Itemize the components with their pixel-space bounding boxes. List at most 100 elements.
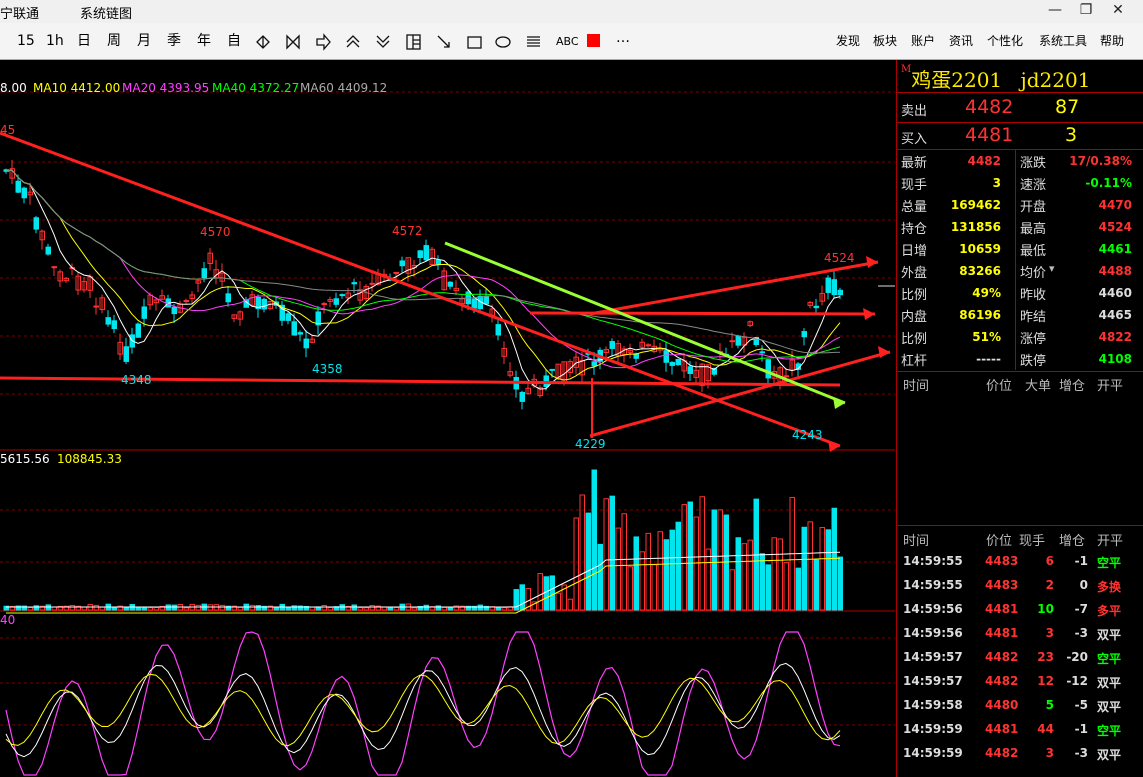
tick-time: 14:59:58 xyxy=(903,698,963,712)
tick-price: 4483 xyxy=(985,554,1019,568)
double-chevron-down-icon[interactable] xyxy=(376,35,390,48)
volume-bar xyxy=(759,553,765,611)
volume-bar xyxy=(669,529,675,611)
field-label: 均价 xyxy=(1020,266,1047,281)
double-chevron-up-icon[interactable] xyxy=(346,35,360,48)
ask-price[interactable]: 4482 xyxy=(965,96,1013,118)
volume-bar xyxy=(387,607,393,611)
volume-bar xyxy=(93,604,99,611)
period-15-button[interactable]: 15 xyxy=(17,32,35,50)
tick-time: 14:59:59 xyxy=(903,746,963,760)
volume-bar xyxy=(321,605,327,611)
tick-type: 多平 xyxy=(1097,604,1122,618)
kline-chart-area[interactable]: 8.00 MA10 4412.00 MA20 4393.95 MA40 4372… xyxy=(0,60,895,777)
volume-bar xyxy=(591,469,597,611)
candle-body xyxy=(291,321,297,336)
ma60-line xyxy=(5,169,841,354)
tick-price: 4481 xyxy=(985,626,1019,640)
menu-sector[interactable]: 板块 xyxy=(873,32,897,50)
field-label: 涨停 xyxy=(1020,332,1047,347)
tick-type: 双平 xyxy=(1097,676,1122,690)
diamond-tool-icon[interactable] xyxy=(256,35,270,49)
period-day-button[interactable]: 日 xyxy=(77,32,91,50)
period-quarter-button[interactable]: 季 xyxy=(167,32,181,50)
candle-body xyxy=(675,358,681,366)
volume-bar xyxy=(357,607,363,611)
system-menu-title[interactable]: 系统链图 xyxy=(80,3,132,22)
bid-label: 买入 xyxy=(901,132,928,147)
volume-bar xyxy=(645,532,651,611)
arrow-right-icon[interactable] xyxy=(316,33,331,51)
candle-body xyxy=(435,259,441,266)
bid-price[interactable]: 4481 xyxy=(965,124,1013,146)
rectangle-tool-icon[interactable] xyxy=(467,36,482,49)
volume-bar xyxy=(717,509,723,611)
ellipse-tool-icon[interactable] xyxy=(495,36,511,48)
tick-time: 14:59:59 xyxy=(903,722,963,736)
candle-body xyxy=(261,298,267,310)
tick-type: 多换 xyxy=(1097,580,1122,594)
menu-system-tools[interactable]: 系统工具 xyxy=(1039,32,1087,50)
arrow-head xyxy=(863,308,875,320)
ticks-header-add: 增仓 xyxy=(1059,534,1086,549)
candle-body xyxy=(669,362,675,366)
tick-type: 空平 xyxy=(1097,652,1122,666)
tick-row: 14:59:59 4481 44 -1 空平 xyxy=(897,718,1143,742)
more-tools-button[interactable]: … xyxy=(616,29,630,47)
ticks-header-hand: 现手 xyxy=(1019,534,1046,549)
minimize-button[interactable]: — xyxy=(1045,2,1065,18)
volume-bar xyxy=(741,543,747,611)
tick-price: 4482 xyxy=(985,650,1019,664)
volume-legend-2: 108845.33 xyxy=(57,452,122,466)
candle-body xyxy=(549,368,555,371)
volume-bar xyxy=(573,517,579,611)
text-lines-icon[interactable] xyxy=(527,36,540,47)
candle-body xyxy=(645,344,651,347)
volume-bar xyxy=(147,607,153,611)
price-label-4243: 4243 xyxy=(792,428,823,442)
volume-bar xyxy=(801,526,807,611)
period-year-button[interactable]: 年 xyxy=(197,32,211,50)
big-order-header-big: 大单 xyxy=(1025,379,1052,394)
maximize-button[interactable]: ❐ xyxy=(1076,2,1096,18)
volume-bar xyxy=(537,573,543,611)
abc-text-tool-button[interactable]: ABC xyxy=(556,33,579,51)
color-picker-icon[interactable] xyxy=(587,34,600,47)
ma5-legend: 8.00 xyxy=(0,81,27,95)
volume-bar xyxy=(825,529,831,611)
volume-bar xyxy=(255,605,261,611)
tick-row: 14:59:57 4482 12 -12 双平 xyxy=(897,670,1143,694)
price-label-4358: 4358 xyxy=(312,362,343,376)
volume-bar xyxy=(309,606,315,611)
menu-account[interactable]: 账户 xyxy=(911,32,935,50)
tick-add: 0 xyxy=(1079,578,1088,592)
candle-body xyxy=(105,317,111,325)
divider xyxy=(897,149,1143,150)
close-button[interactable]: ✕ xyxy=(1108,2,1128,18)
window-title: 宁联通 xyxy=(0,7,40,22)
menu-personalize[interactable]: 个性化 xyxy=(987,32,1023,50)
volume-bar xyxy=(675,521,681,611)
line-tool-icon[interactable] xyxy=(437,35,450,48)
period-month-button[interactable]: 月 xyxy=(137,32,151,50)
menu-discover[interactable]: 发现 xyxy=(836,32,860,50)
tick-hand: 5 xyxy=(1045,698,1054,712)
tick-add: -12 xyxy=(1066,674,1088,688)
menu-help[interactable]: 帮助 xyxy=(1100,32,1124,50)
period-week-button[interactable]: 周 xyxy=(107,32,121,50)
period-custom-button[interactable]: 自 xyxy=(227,32,241,50)
volume-bar xyxy=(579,494,585,611)
grid-layout-icon[interactable] xyxy=(406,34,421,50)
candle-body xyxy=(15,180,21,193)
bowtie-tool-icon[interactable] xyxy=(286,34,300,50)
candle-body xyxy=(351,282,357,285)
period-1h-button[interactable]: 1h xyxy=(46,32,64,50)
avg-price-dropdown-icon[interactable]: ▾ xyxy=(1049,262,1055,275)
menu-news[interactable]: 资讯 xyxy=(949,32,973,50)
quote-panel: M鸡蛋2201 jd2201 卖出 4482 87 买入 4481 3 最新 44… xyxy=(896,60,1143,777)
candle-body xyxy=(111,320,117,330)
volume-bar xyxy=(543,576,549,611)
candle-body xyxy=(21,187,27,199)
volume-bar xyxy=(237,606,243,611)
field-label: 总量 xyxy=(901,200,928,215)
